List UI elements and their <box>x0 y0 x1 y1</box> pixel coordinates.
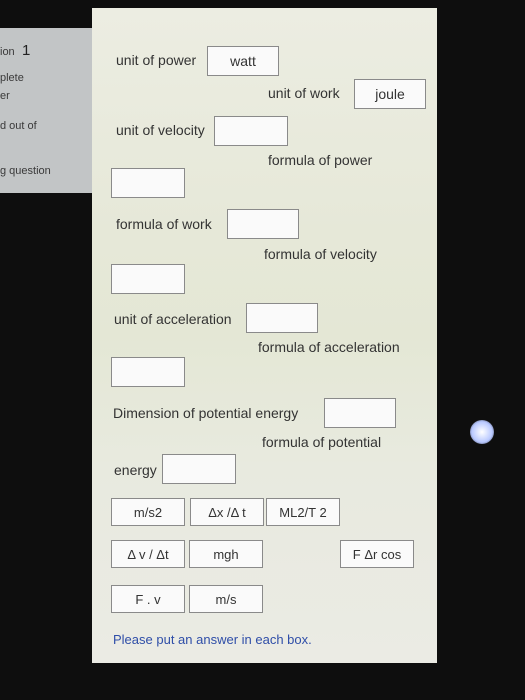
answer-box-unit-of-power[interactable]: watt <box>207 46 279 76</box>
choice-m-s[interactable]: m/s <box>189 585 263 613</box>
label-unit-of-acceleration: unit of acceleration <box>114 311 232 327</box>
choice-delta-x-over-delta-t[interactable]: Δx /Δ t <box>190 498 264 526</box>
answer-box-formula-of-acceleration[interactable] <box>111 357 185 387</box>
choice-f-delta-r-cos[interactable]: F Δr cos <box>340 540 414 568</box>
choice-delta-v-over-delta-t[interactable]: Δ v / Δt <box>111 540 185 568</box>
answer-box-dimension-of-potential-energy[interactable] <box>324 398 396 428</box>
question-info-sidebar: ion 1 plete er d out of g question <box>0 28 92 193</box>
label-formula-of-work: formula of work <box>116 216 212 232</box>
label-unit-of-velocity: unit of velocity <box>116 122 205 138</box>
label-dimension-of-potential-energy: Dimension of potential energy <box>113 405 299 421</box>
choice-mgh[interactable]: mgh <box>189 540 263 568</box>
label-formula-of-power: formula of power <box>268 152 373 168</box>
label-formula-of-velocity: formula of velocity <box>264 246 377 262</box>
status-value: er <box>0 90 10 102</box>
status-label: plete <box>0 72 24 84</box>
answer-box-unit-of-acceleration[interactable] <box>246 303 318 333</box>
choice-m-s2[interactable]: m/s2 <box>111 498 185 526</box>
validation-message: Please put an answer in each box. <box>113 632 312 647</box>
label-energy: energy <box>114 462 157 478</box>
label-formula-of-acceleration: formula of acceleration <box>258 339 400 355</box>
answer-box-formula-of-potential-energy[interactable] <box>162 454 236 484</box>
answer-box-formula-of-power[interactable] <box>111 168 185 198</box>
answer-box-unit-of-work[interactable]: joule <box>354 79 426 109</box>
label-unit-of-work: unit of work <box>268 85 340 101</box>
question-number: 1 <box>22 42 31 59</box>
marks-label: d out of <box>0 120 37 132</box>
answer-box-formula-of-velocity[interactable] <box>111 264 185 294</box>
flag-question-link[interactable]: g question <box>0 165 51 177</box>
question-label: ion <box>0 46 15 58</box>
answer-box-formula-of-work[interactable] <box>227 209 299 239</box>
choice-f-dot-v[interactable]: F . v <box>111 585 185 613</box>
answer-box-unit-of-velocity[interactable] <box>214 116 288 146</box>
label-unit-of-power: unit of power <box>116 52 197 68</box>
label-formula-of-potential: formula of potential <box>262 434 382 450</box>
light-glare <box>470 420 494 444</box>
choice-ml2-t2[interactable]: ML2/T 2 <box>266 498 340 526</box>
